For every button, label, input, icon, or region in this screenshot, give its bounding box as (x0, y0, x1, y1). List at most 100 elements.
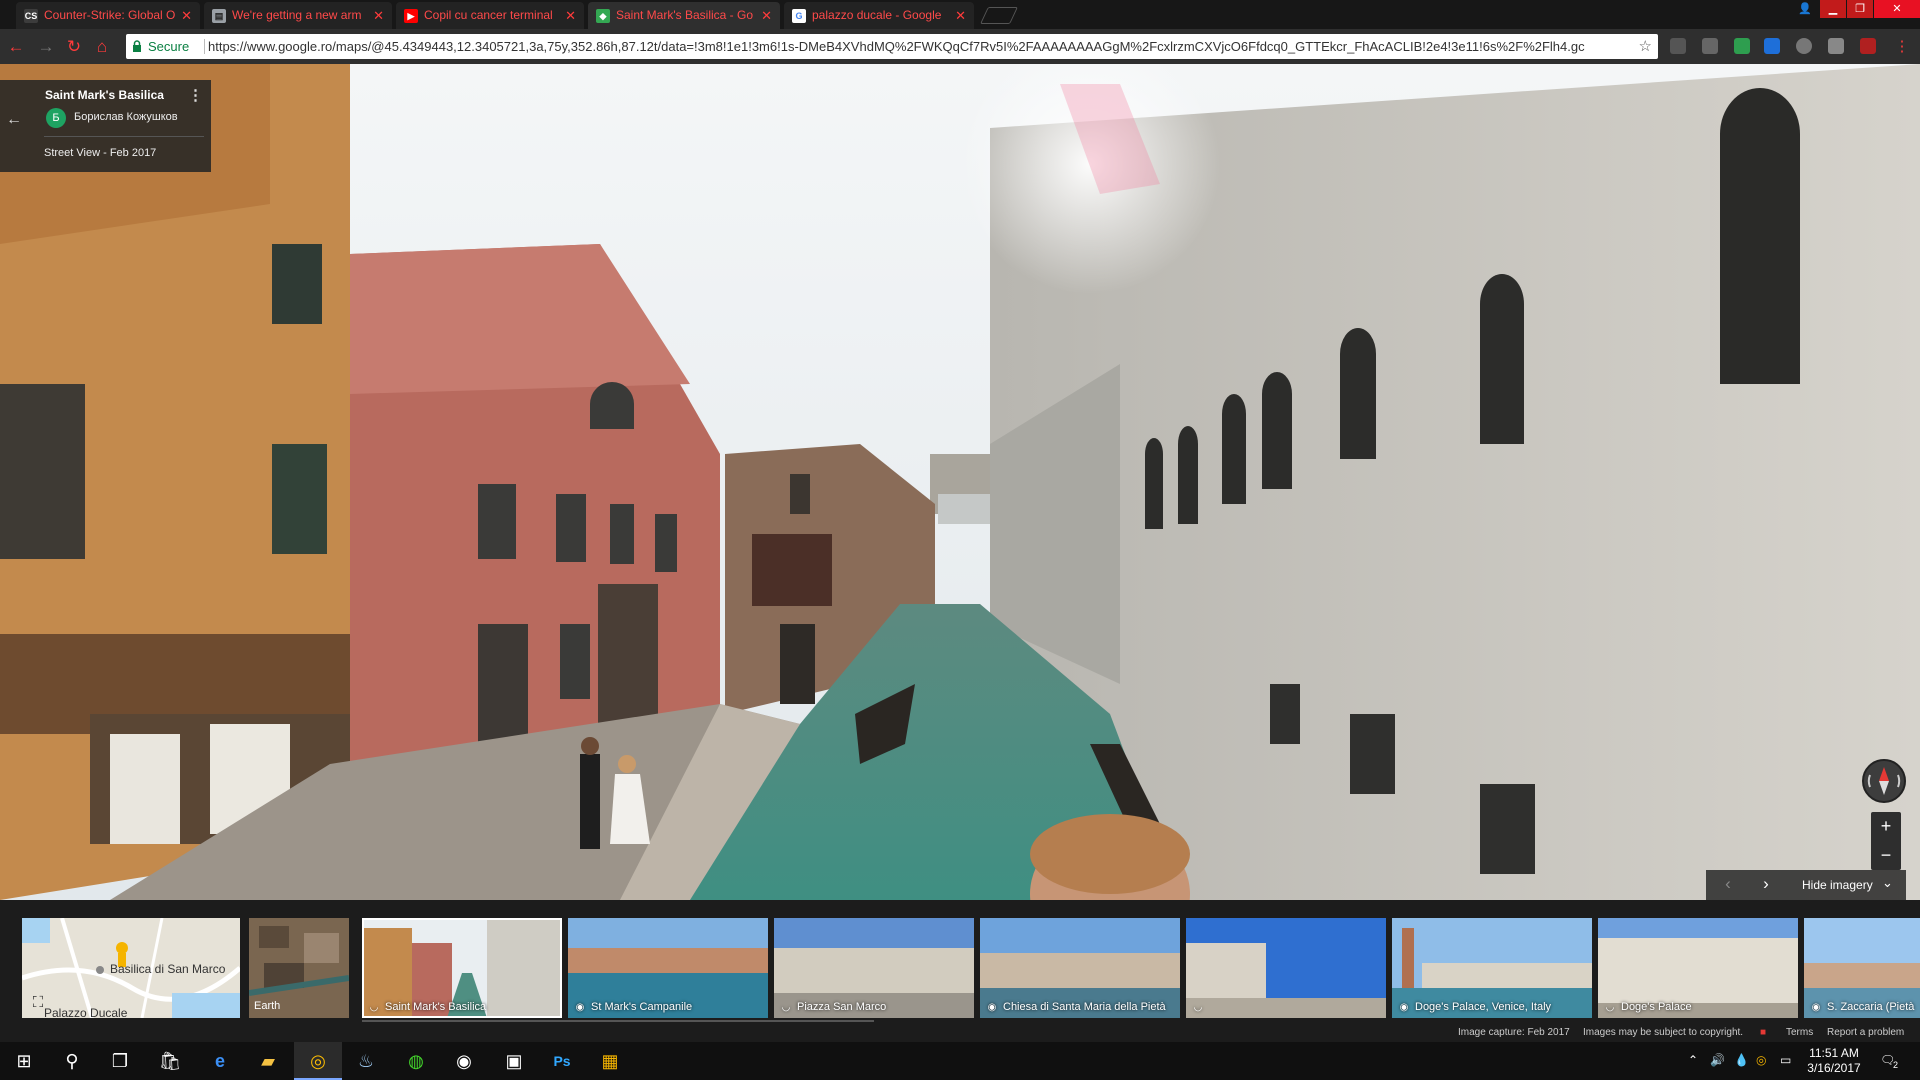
minimap[interactable]: Basilica di San Marco Palazzo Ducale ⛶ (22, 918, 240, 1018)
restore-button[interactable]: ❐ (1847, 0, 1873, 18)
menu-icon[interactable]: ⋮ (1892, 37, 1912, 57)
more-options-icon[interactable]: ⋮ (188, 86, 203, 104)
close-window-button[interactable]: ✕ (1874, 0, 1920, 18)
avatar[interactable]: Б (46, 108, 66, 128)
thumbnail-label: ◉ Chiesa di Santa Maria della Pietà (987, 1001, 1166, 1013)
earth-toggle[interactable]: Earth (249, 918, 349, 1018)
camera-icon: ◉ (987, 1002, 997, 1013)
app-yellow-icon[interactable]: ▦ (586, 1042, 634, 1080)
panorama-icon: ◡ (369, 1002, 379, 1013)
thumbnail-piazzetta[interactable]: ◡ (1186, 918, 1386, 1018)
minimize-button[interactable]: ▁ (1820, 0, 1846, 18)
thumbnail-label: ◉ St Mark's Campanile (575, 1001, 693, 1013)
extension-red-icon[interactable] (1860, 38, 1876, 54)
extension-blue-icon[interactable] (1764, 38, 1780, 54)
earth-label: Earth (254, 1000, 281, 1012)
tab-palazzo-ducale[interactable]: G palazzo ducale - Google ✕ (784, 2, 974, 29)
close-tab-icon[interactable]: ✕ (955, 2, 966, 29)
network-icon[interactable]: ▭ (1780, 1053, 1791, 1067)
chrome-icon[interactable]: ◎ (294, 1042, 342, 1080)
chevron-up-icon[interactable]: ⌃ (1688, 1053, 1698, 1067)
panorama-icon: ◡ (1193, 1002, 1203, 1013)
minimap-label-secondary: Palazzo Ducale (44, 1006, 128, 1018)
thumbnail-s-zaccaria[interactable]: ◉ S. Zaccaria (Pietà (1804, 918, 1920, 1018)
app-icon[interactable]: ▣ (490, 1042, 538, 1080)
thumbnail-label: ◡ (1192, 1001, 1209, 1013)
hide-imagery-button[interactable]: Hide imagery (1802, 878, 1873, 892)
tab-title: Counter-Strike: Global O (44, 8, 176, 22)
divider (44, 136, 204, 137)
extension-green-icon[interactable] (1734, 38, 1750, 54)
terms-link[interactable]: Terms (1786, 1027, 1813, 1038)
tab-youtube[interactable]: ▶ Copil cu cancer terminal ✕ (396, 2, 584, 29)
media-icon[interactable]: ◉ (440, 1042, 488, 1080)
edge-icon[interactable]: e (196, 1042, 244, 1080)
back-arrow-icon[interactable]: ← (6, 37, 26, 57)
reload-icon[interactable]: ↻ (64, 37, 84, 57)
chevron-right-icon[interactable]: › (1754, 874, 1778, 894)
report-problem-link[interactable]: Report a problem (1827, 1027, 1904, 1038)
thumbnail-label: ◡ Doge's Palace (1605, 1001, 1692, 1013)
chevron-down-icon[interactable]: ⌄ (1882, 875, 1893, 891)
street-view-panorama[interactable]: ← Saint Mark's Basilica ⋮ Б Борислав Кож… (0, 64, 1920, 900)
close-tab-icon[interactable]: ✕ (565, 2, 576, 29)
flag-icon[interactable]: ■ (1760, 1027, 1766, 1038)
zoom-control: + − (1871, 812, 1901, 870)
profile-icon[interactable]: 👤 (1792, 0, 1818, 18)
tab-bar: CS Counter-Strike: Global O ✕ ▤ We're ge… (0, 0, 1920, 29)
thumbnail-label: ◡ Piazza San Marco (781, 1001, 887, 1013)
chevron-left-icon[interactable]: ‹ (1716, 874, 1740, 894)
imagery-controls: ‹ › Hide imagery ⌄ (1706, 870, 1906, 900)
thumbnail-doges-palace-venice[interactable]: ◉ Doge's Palace, Venice, Italy (1392, 918, 1592, 1018)
page-icon: ▤ (212, 9, 226, 23)
expand-map-icon[interactable]: ⛶ (29, 994, 47, 1012)
thumbnail-piazza-san-marco[interactable]: ◡ Piazza San Marco (774, 918, 974, 1018)
extension-mail-icon[interactable] (1670, 38, 1686, 54)
tab-new-arm[interactable]: ▤ We're getting a new arm ✕ (204, 2, 392, 29)
home-icon[interactable]: ⌂ (92, 37, 112, 57)
back-arrow-icon[interactable]: ← (6, 111, 22, 129)
forward-arrow-icon[interactable]: → (36, 37, 56, 57)
address-bar[interactable]: Secure https://www.google.ro/maps/@45.43… (126, 34, 1658, 59)
search-icon[interactable]: ⚲ (48, 1042, 96, 1080)
tab-title: We're getting a new arm (232, 8, 362, 22)
thumbnail-doges-palace[interactable]: ◡ Doge's Palace (1598, 918, 1798, 1018)
bookmark-star-icon[interactable]: ☆ (1639, 34, 1652, 59)
thumbnail-label: ◡ Saint Mark's Basilica (369, 1001, 487, 1013)
close-tab-icon[interactable]: ✕ (181, 2, 192, 29)
place-title[interactable]: Saint Mark's Basilica (45, 88, 164, 102)
thumbnail-chiesa-santa-maria[interactable]: ◉ Chiesa di Santa Maria della Pietà (980, 918, 1180, 1018)
extension-bulb-icon[interactable] (1796, 38, 1812, 54)
thumbnail-label: ◉ Doge's Palace, Venice, Italy (1399, 1001, 1552, 1013)
notifications-count: 2 (1893, 1060, 1899, 1070)
volume-icon[interactable]: 🔊 (1710, 1053, 1725, 1067)
close-tab-icon[interactable]: ✕ (761, 2, 772, 29)
extension-hd-icon[interactable] (1702, 38, 1718, 54)
thumbnail-saint-marks-basilica[interactable]: ◡ Saint Mark's Basilica (362, 918, 562, 1018)
url-text[interactable]: https://www.google.ro/maps/@45.4349443,1… (208, 34, 1626, 59)
tray-app-icon[interactable]: ◎ (1756, 1053, 1766, 1067)
tab-counter-strike[interactable]: CS Counter-Strike: Global O ✕ (16, 2, 200, 29)
author-name[interactable]: Борислав Кожушков (74, 111, 178, 123)
task-view-icon[interactable]: ❐ (96, 1042, 144, 1080)
tab-saint-marks-basilica[interactable]: ◆ Saint Mark's Basilica - Go ✕ (588, 2, 780, 29)
steam-icon[interactable]: ♨ (342, 1042, 390, 1080)
camera-icon: ◉ (575, 1002, 585, 1013)
compass-button[interactable] (1862, 759, 1906, 803)
system-clock[interactable]: 11:51 AM 3/16/2017 (1806, 1046, 1862, 1076)
windows-taskbar: ⊞ ⚲ ❐ 🛍 e ▰ ◎ ♨ ◍ ◉ ▣ Ps ▦ ⌃ 🔊 💧 ◎ ▭ 11:… (0, 1042, 1920, 1080)
droplet-icon[interactable]: 💧 (1734, 1053, 1749, 1067)
close-tab-icon[interactable]: ✕ (373, 2, 384, 29)
extension-box-icon[interactable] (1828, 38, 1844, 54)
store-icon[interactable]: 🛍 (146, 1042, 194, 1080)
new-tab-button[interactable] (980, 7, 1018, 24)
file-explorer-icon[interactable]: ▰ (244, 1042, 292, 1080)
google-maps-icon: ◆ (596, 9, 610, 23)
razer-icon[interactable]: ◍ (392, 1042, 440, 1080)
start-button[interactable]: ⊞ (0, 1042, 48, 1080)
photoshop-icon[interactable]: Ps (538, 1042, 586, 1080)
thumbnail-image (1186, 918, 1386, 1018)
thumbnail-st-marks-campanile[interactable]: ◉ St Mark's Campanile (568, 918, 768, 1018)
zoom-in-button[interactable]: + (1871, 812, 1901, 841)
zoom-out-button[interactable]: − (1871, 841, 1901, 870)
